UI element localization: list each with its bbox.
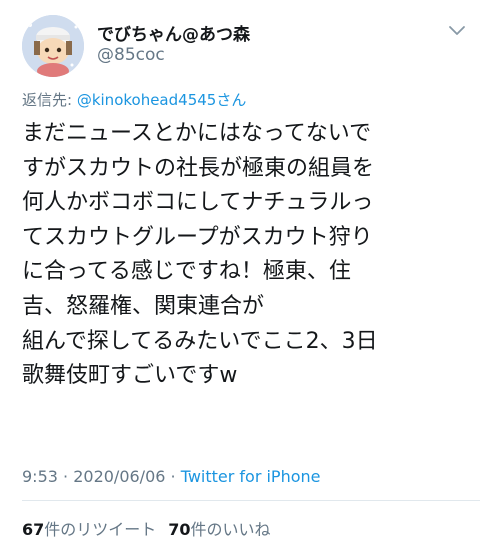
retweets-link[interactable]: 67件のリツイート: [22, 520, 156, 539]
like-label: 件のいいね: [190, 520, 271, 539]
meta-separator: ·: [165, 467, 181, 486]
tweet-date[interactable]: 2020/06/06: [73, 467, 165, 486]
retweet-label: 件のリツイート: [44, 520, 157, 539]
tweet-text-line: 歌舞伎町すごいですw: [22, 363, 238, 389]
tweet-text-line: 何人かボコボコにしてナチュラルっ: [22, 190, 374, 216]
retweet-count: 67: [22, 520, 45, 539]
display-name[interactable]: でびちゃん@あつ森: [97, 20, 250, 45]
tweet-time[interactable]: 9:53: [22, 467, 58, 486]
tweet-text-line: すがスカウトの社長が極東の組員を: [22, 155, 375, 181]
likes-link[interactable]: 70件のいいね: [168, 520, 270, 539]
divider: [22, 500, 480, 501]
user-handle[interactable]: @85coc: [97, 45, 165, 65]
tweet-text: まだニュースとかにはなってないで すがスカウトの社長が極東の組員を 何人かボコボ…: [22, 117, 472, 394]
tweet-source-link[interactable]: Twitter for iPhone: [181, 467, 321, 486]
tweet-meta: 9:53 · 2020/06/06 · Twitter for iPhone: [22, 467, 321, 486]
reply-to: 返信先: @kinokohead4545さん: [22, 89, 246, 110]
tweet-stats: 67件のリツイート 70件のいいね: [22, 516, 271, 540]
chevron-down-icon[interactable]: [448, 24, 466, 38]
avatar[interactable]: [22, 15, 84, 77]
tweet-text-line: 吉、怒羅権、関東連合が: [22, 293, 265, 319]
meta-separator: ·: [57, 467, 74, 486]
avatar-image: [22, 15, 84, 77]
reply-prefix: 返信先:: [22, 91, 77, 109]
tweet-text-line: 組んで探してるみたいでここ2、3日: [22, 328, 378, 354]
reply-mention-link[interactable]: @kinokohead4545さん: [77, 91, 247, 109]
tweet-text-line: まだニュースとかにはなってないで: [22, 121, 372, 146]
tweet-text-line: てスカウトグループがスカウト狩り: [22, 224, 373, 250]
tweet-text-line: に合ってる感じですね！極東、住: [22, 259, 351, 285]
like-count: 70: [168, 520, 191, 539]
